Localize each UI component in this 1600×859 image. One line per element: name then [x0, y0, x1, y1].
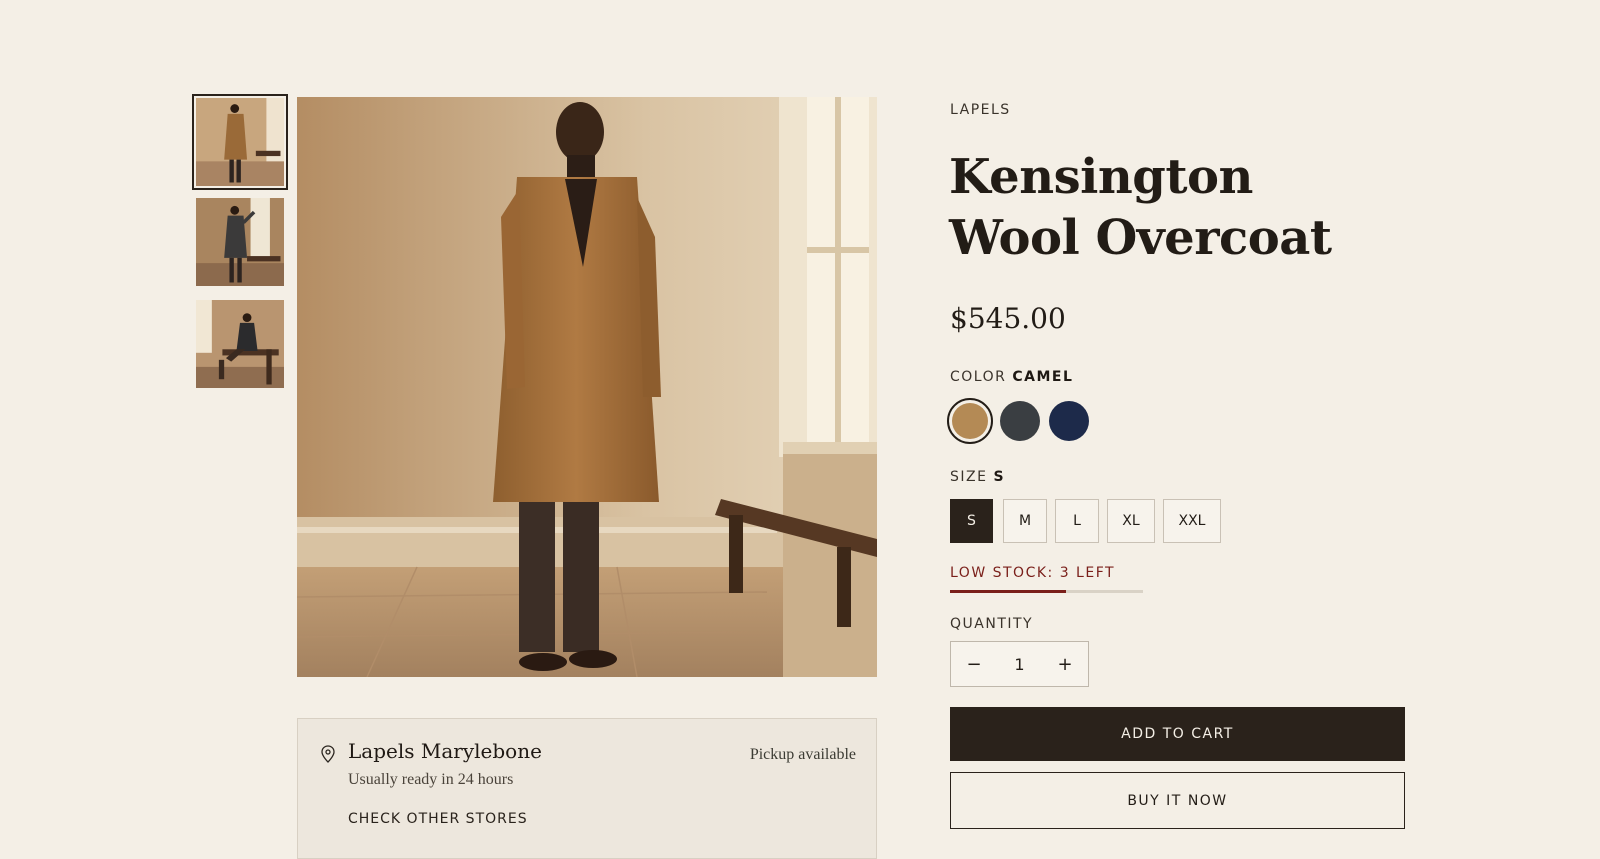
quantity-decrease-button[interactable]: −	[951, 642, 997, 686]
size-option-s[interactable]: S	[950, 499, 993, 543]
swatch-navy[interactable]	[1049, 401, 1089, 441]
main-photo-coat-model-icon	[297, 97, 877, 677]
swatch-charcoal[interactable]	[1000, 401, 1040, 441]
selected-size: S	[993, 469, 1006, 485]
pickup-ready-text: Usually ready in 24 hours	[348, 771, 514, 788]
swatch-camel[interactable]	[947, 398, 993, 444]
size-option-xxl[interactable]: XXL	[1163, 499, 1221, 543]
quantity-label: QUANTITY	[950, 616, 1034, 632]
location-pin-icon	[321, 745, 335, 763]
check-other-stores-link[interactable]: CHECK OTHER STORES	[348, 811, 528, 827]
brand-name: LAPELS	[950, 102, 1011, 118]
store-name: Lapels Marylebone	[348, 739, 542, 763]
thumbnail-by-window[interactable]	[196, 198, 284, 286]
thumbnail-standing-front[interactable]	[192, 94, 288, 190]
photo-seated-bench-icon	[196, 300, 284, 388]
product-price: $545.00	[950, 302, 1066, 335]
size-option-m[interactable]: M	[1003, 499, 1047, 543]
product-title-line2: Wool Overcoat	[949, 210, 1332, 266]
size-label: SIZE S	[950, 469, 1005, 485]
quantity-increase-button[interactable]: +	[1042, 642, 1088, 686]
buy-it-now-button[interactable]: BUY IT NOW	[950, 772, 1405, 829]
low-stock-label: LOW STOCK: 3 LEFT	[950, 565, 1116, 581]
store-pickup-card: Lapels Marylebone Pickup available Usual…	[297, 718, 877, 859]
color-label: COLOR CAMEL	[950, 369, 1073, 385]
photo-by-window-icon	[196, 198, 284, 286]
size-option-xl[interactable]: XL	[1107, 499, 1155, 543]
add-to-cart-button[interactable]: ADD TO CART	[950, 707, 1405, 761]
photo-standing-front-icon	[196, 98, 284, 186]
quantity-value[interactable]: 1	[997, 642, 1042, 686]
color-label-text: COLOR	[950, 369, 1007, 385]
stock-level-bar	[950, 590, 1143, 593]
stock-level-fill	[950, 590, 1066, 593]
thumbnail-seated-bench[interactable]	[196, 300, 284, 388]
pickup-status: Pickup available	[749, 746, 856, 763]
size-label-text: SIZE	[950, 469, 988, 485]
selected-color: CAMEL	[1012, 369, 1074, 385]
product-title-line1: Kensington	[949, 149, 1253, 205]
quantity-stepper: − 1 +	[950, 641, 1089, 687]
main-product-image[interactable]	[297, 97, 877, 677]
size-option-l[interactable]: L	[1055, 499, 1099, 543]
product-title: Kensington Wool Overcoat	[949, 147, 1369, 269]
